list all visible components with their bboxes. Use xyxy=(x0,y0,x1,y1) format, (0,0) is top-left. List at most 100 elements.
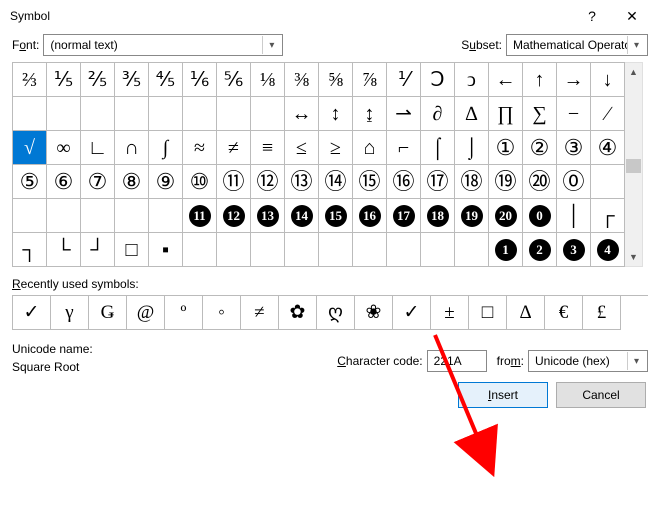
symbol-cell[interactable]: ⑩ xyxy=(183,165,217,199)
symbol-cell[interactable]: − xyxy=(557,97,591,131)
recent-symbol-cell[interactable]: ◦ xyxy=(203,296,241,330)
symbol-cell[interactable]: ⅞ xyxy=(353,63,387,97)
symbol-grid[interactable]: ⅔⅕⅖⅗⅘⅙⅚⅛⅜⅝⅞⅟Ↄↄ←↑→↓↔↕↨⇀∂∆∏∑−∕√∞∟∩∫≈≠≡≤≥⌂⌐… xyxy=(12,62,625,267)
symbol-cell[interactable]: ⅜ xyxy=(285,63,319,97)
symbol-cell[interactable]: ⑳ xyxy=(523,165,557,199)
symbol-cell[interactable]: ↓ xyxy=(591,63,625,97)
symbol-cell[interactable]: ↄ xyxy=(455,63,489,97)
symbol-cell[interactable]: ∫ xyxy=(149,131,183,165)
symbol-cell[interactable] xyxy=(387,233,421,267)
subset-combobox[interactable]: Mathematical Operators ▾ xyxy=(506,34,648,56)
symbol-cell[interactable]: ≥ xyxy=(319,131,353,165)
symbol-cell[interactable] xyxy=(47,199,81,233)
symbol-cell[interactable]: ≠ xyxy=(217,131,251,165)
symbol-cell[interactable]: ⌡ xyxy=(455,131,489,165)
symbol-cell[interactable]: ⌐ xyxy=(387,131,421,165)
symbol-cell[interactable]: ⅕ xyxy=(47,63,81,97)
symbol-cell[interactable]: ⑲ xyxy=(489,165,523,199)
recent-symbol-cell[interactable]: º xyxy=(165,296,203,330)
symbol-cell[interactable]: ⅖ xyxy=(81,63,115,97)
symbol-cell[interactable]: ⅙ xyxy=(183,63,217,97)
symbol-cell[interactable]: ⑥ xyxy=(47,165,81,199)
symbol-cell[interactable] xyxy=(217,233,251,267)
symbol-cell[interactable]: └ xyxy=(47,233,81,267)
symbol-cell[interactable]: 12 xyxy=(217,199,251,233)
symbol-cell[interactable] xyxy=(251,233,285,267)
recent-grid[interactable]: ✓γǤ@º◦≠✿ღ❀✓±□∆€£ xyxy=(12,295,648,330)
symbol-cell[interactable]: ⅔ xyxy=(13,63,47,97)
symbol-cell[interactable]: 18 xyxy=(421,199,455,233)
recent-symbol-cell[interactable]: ღ xyxy=(317,296,355,330)
symbol-cell[interactable] xyxy=(13,199,47,233)
symbol-cell[interactable]: √ xyxy=(13,131,47,165)
symbol-cell[interactable]: ⓪ xyxy=(557,165,591,199)
symbol-cell[interactable]: ⑦ xyxy=(81,165,115,199)
symbol-cell[interactable]: ⅛ xyxy=(251,63,285,97)
symbol-cell[interactable]: 16 xyxy=(353,199,387,233)
symbol-cell[interactable]: ⑪ xyxy=(217,165,251,199)
scroll-thumb[interactable] xyxy=(626,159,641,173)
symbol-cell[interactable]: ① xyxy=(489,131,523,165)
recent-symbol-cell[interactable]: ≠ xyxy=(241,296,279,330)
symbol-cell[interactable] xyxy=(183,233,217,267)
recent-symbol-cell[interactable]: € xyxy=(545,296,583,330)
recent-symbol-cell[interactable]: γ xyxy=(51,296,89,330)
symbol-cell[interactable] xyxy=(319,233,353,267)
symbol-cell[interactable]: ⑤ xyxy=(13,165,47,199)
recent-symbol-cell[interactable]: ✿ xyxy=(279,296,317,330)
help-button[interactable]: ? xyxy=(572,2,612,30)
recent-symbol-cell[interactable]: £ xyxy=(583,296,621,330)
symbol-cell[interactable]: ⑯ xyxy=(387,165,421,199)
symbol-cell[interactable]: ⅚ xyxy=(217,63,251,97)
grid-scrollbar[interactable]: ▲ ▼ xyxy=(625,62,643,267)
insert-button[interactable]: Insert xyxy=(458,382,548,408)
symbol-cell[interactable]: ② xyxy=(523,131,557,165)
symbol-cell[interactable]: ▪ xyxy=(149,233,183,267)
symbol-cell[interactable] xyxy=(149,97,183,131)
symbol-cell[interactable]: ⅘ xyxy=(149,63,183,97)
symbol-cell[interactable]: ∂ xyxy=(421,97,455,131)
symbol-cell[interactable]: 3 xyxy=(557,233,591,267)
symbol-cell[interactable] xyxy=(183,97,217,131)
symbol-cell[interactable] xyxy=(591,165,625,199)
symbol-cell[interactable]: ∟ xyxy=(81,131,115,165)
symbol-cell[interactable]: ↨ xyxy=(353,97,387,131)
symbol-cell[interactable]: ⑧ xyxy=(115,165,149,199)
symbol-cell[interactable]: ↔ xyxy=(285,97,319,131)
symbol-cell[interactable]: ≤ xyxy=(285,131,319,165)
cancel-button[interactable]: Cancel xyxy=(556,382,646,408)
symbol-cell[interactable] xyxy=(81,199,115,233)
symbol-cell[interactable]: ≈ xyxy=(183,131,217,165)
symbol-cell[interactable]: ┐ xyxy=(13,233,47,267)
scroll-track[interactable] xyxy=(625,81,642,248)
symbol-cell[interactable]: ∑ xyxy=(523,97,557,131)
symbol-cell[interactable]: ⑬ xyxy=(285,165,319,199)
symbol-cell[interactable]: □ xyxy=(115,233,149,267)
symbol-cell[interactable]: ∩ xyxy=(115,131,149,165)
symbol-cell[interactable]: ⑱ xyxy=(455,165,489,199)
symbol-cell[interactable] xyxy=(13,97,47,131)
recent-symbol-cell[interactable]: ✓ xyxy=(13,296,51,330)
symbol-cell[interactable]: 0 xyxy=(523,199,557,233)
symbol-cell[interactable]: 4 xyxy=(591,233,625,267)
symbol-cell[interactable] xyxy=(81,97,115,131)
symbol-cell[interactable]: 15 xyxy=(319,199,353,233)
symbol-cell[interactable]: ⑮ xyxy=(353,165,387,199)
symbol-cell[interactable]: ⌂ xyxy=(353,131,387,165)
recent-symbol-cell[interactable]: ∆ xyxy=(507,296,545,330)
symbol-cell[interactable] xyxy=(115,97,149,131)
symbol-cell[interactable]: ③ xyxy=(557,131,591,165)
symbol-cell[interactable]: ↑ xyxy=(523,63,557,97)
symbol-cell[interactable]: ⅟ xyxy=(387,63,421,97)
symbol-cell[interactable]: ∕ xyxy=(591,97,625,131)
symbol-cell[interactable]: 13 xyxy=(251,199,285,233)
recent-symbol-cell[interactable]: ✓ xyxy=(393,296,431,330)
scroll-up-icon[interactable]: ▲ xyxy=(625,63,642,81)
symbol-cell[interactable]: ┘ xyxy=(81,233,115,267)
symbol-cell[interactable]: ≡ xyxy=(251,131,285,165)
symbol-cell[interactable]: ⇀ xyxy=(387,97,421,131)
symbol-cell[interactable]: 2 xyxy=(523,233,557,267)
recent-symbol-cell[interactable]: Ǥ xyxy=(89,296,127,330)
symbol-cell[interactable]: ∞ xyxy=(47,131,81,165)
recent-symbol-cell[interactable]: □ xyxy=(469,296,507,330)
